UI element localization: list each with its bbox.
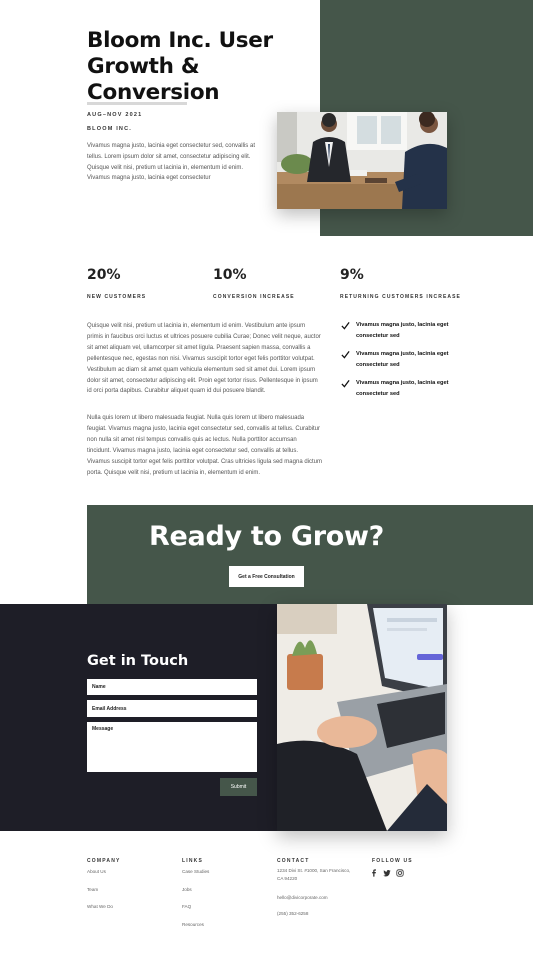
laptop-illustration — [277, 604, 447, 831]
footer-phone: (255) 352-6258 — [277, 911, 309, 916]
footer-link-jobs[interactable]: Jobs — [182, 887, 192, 892]
stat-value-returning: 9% — [340, 267, 364, 283]
client-name: BLOOM INC. — [87, 126, 132, 132]
footer-link-faq[interactable]: FAQ — [182, 904, 191, 909]
instagram-icon[interactable] — [396, 869, 404, 877]
name-field[interactable] — [87, 679, 257, 695]
stat-label-returning: RETURNING CUSTOMERS INCREASE — [340, 294, 461, 300]
checklist-item: Vivamus magna justo, lacinia eget consec… — [341, 349, 451, 371]
office-meeting-illustration — [277, 112, 447, 209]
footer-follow-heading: FOLLOW US — [372, 858, 413, 864]
checklist-item: Vivamus magna justo, lacinia eget consec… — [341, 378, 451, 400]
checklist-text: Vivamus magna justo, lacinia eget consec… — [356, 351, 449, 368]
footer-links-heading: LINKS — [182, 858, 203, 864]
footer-email-link[interactable]: hello@divicorporate.com — [277, 895, 328, 900]
footer-company-heading: COMPANY — [87, 858, 121, 864]
checkmark-icon — [341, 350, 350, 359]
free-consultation-button[interactable]: Get a Free Consultation — [229, 566, 304, 587]
email-field[interactable] — [87, 700, 257, 717]
body-paragraph-2: Nulla quis lorem ut libero malesuada feu… — [87, 415, 322, 476]
message-field[interactable] — [87, 722, 257, 772]
footer-contact-heading: CONTACT — [277, 858, 310, 864]
footer-link-resources[interactable]: Resources — [182, 922, 204, 927]
footer-link-team[interactable]: Team — [87, 887, 98, 892]
intro-text: Vivamus magna justo, lacinia eget consec… — [87, 143, 255, 182]
stat-value-new-customers: 20% — [87, 267, 121, 283]
stat-label-conversion: CONVERSION INCREASE — [213, 294, 295, 300]
stat-value-conversion: 10% — [213, 267, 247, 283]
stat-label-new-customers: NEW CUSTOMERS — [87, 294, 147, 300]
title-underline — [87, 102, 187, 105]
office-meeting-photo — [277, 112, 447, 209]
cta-title: Ready to Grow? — [149, 521, 384, 552]
checkmark-icon — [341, 321, 350, 330]
page-title: Bloom Inc. User Growth & Conversion — [87, 28, 273, 105]
footer-link-what-we-do[interactable]: What We Do — [87, 904, 113, 909]
facebook-icon[interactable] — [370, 869, 378, 877]
footer-link-case-studies[interactable]: Case Studies — [182, 869, 209, 874]
checklist-text: Vivamus magna justo, lacinia eget consec… — [356, 322, 449, 339]
twitter-icon[interactable] — [383, 869, 391, 877]
submit-button[interactable]: Submit — [220, 778, 257, 796]
checklist-text: Vivamus magna justo, lacinia eget consec… — [356, 380, 449, 397]
cta-banner — [87, 505, 533, 605]
checkmark-icon — [341, 379, 350, 388]
body-paragraph-1: Quisque velit nisi, pretium ut lacinia i… — [87, 323, 321, 395]
contact-panel — [0, 604, 277, 831]
footer-address: 1234 Divi St. #1000, San Francisco, CA 9… — [277, 868, 351, 881]
laptop-typing-photo — [277, 604, 447, 831]
footer-link-about[interactable]: About Us — [87, 869, 106, 874]
checklist-item: Vivamus magna justo, lacinia eget consec… — [341, 320, 451, 342]
project-date: AUG–NOV 2021 — [87, 112, 143, 118]
contact-title: Get in Touch — [87, 653, 189, 669]
